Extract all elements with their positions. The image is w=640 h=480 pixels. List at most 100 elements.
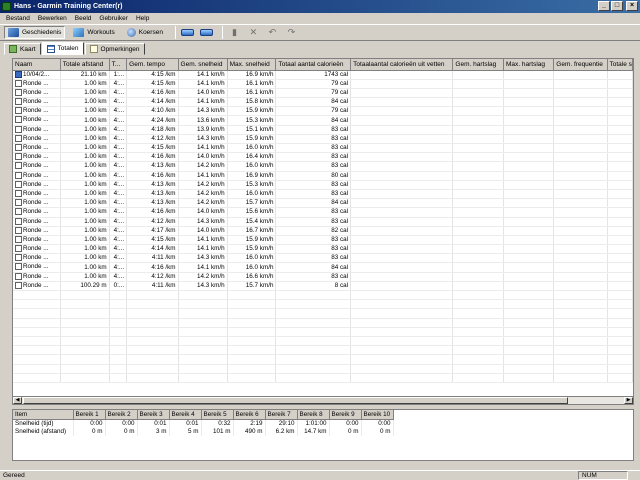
lap-row[interactable]: Ronde ... 1.00 km 4:... 4:15 /km 14.1 km/h 16… <box>13 79 633 89</box>
column-header[interactable]: Gem. snelheid <box>178 59 228 71</box>
zone-cell: 101 m <box>201 427 234 436</box>
lap-row[interactable]: Ronde ... 1.00 km 4:... 4:12 /km 14.3 km/h 15… <box>13 217 633 227</box>
table-cell <box>350 235 454 246</box>
zone-column-header[interactable]: Bereik 5 <box>201 410 234 420</box>
table-cell <box>126 318 179 328</box>
lap-row[interactable]: Ronde ... 1.00 km 4:... 4:13 /km 14.2 km/h 15… <box>13 180 633 190</box>
table-cell: 82 cal <box>275 226 352 236</box>
zone-column-header[interactable]: Bereik 7 <box>265 410 298 420</box>
menu-bewerken[interactable]: Bewerken <box>34 15 71 22</box>
scroll-right-icon[interactable]: ▶ <box>624 397 633 404</box>
scroll-thumb[interactable] <box>23 397 568 404</box>
row-name: Ronde ... <box>23 199 49 207</box>
table-cell <box>109 345 128 356</box>
lap-row[interactable]: Ronde ... 1.00 km 4:... 4:16 /km 14.1 km/h 16… <box>13 262 633 273</box>
lap-row[interactable]: Ronde ... 1.00 km 4:... 4:15 /km 14.1 km/h 15… <box>13 235 633 246</box>
lap-row[interactable]: Ronde ... 1.00 km 4:... 4:18 /km 13.9 km/h 15… <box>13 125 633 135</box>
menu-gebruiker[interactable]: Gebruiker <box>95 15 132 22</box>
zone-column-header[interactable]: Bereik 9 <box>329 410 362 420</box>
lap-row[interactable]: Ronde ... 1.00 km 4:... 4:15 /km 14.1 km/h 16… <box>13 143 633 154</box>
lap-row[interactable]: Ronde ... 1.00 km 4:... 4:16 /km 14.0 km/h 15… <box>13 207 633 218</box>
table-cell <box>553 171 608 181</box>
zone-column-header[interactable]: Bereik 2 <box>105 410 138 420</box>
menu-help[interactable]: Help <box>132 15 153 22</box>
table-cell: 4:15 /km <box>126 70 179 80</box>
column-header[interactable]: Max. hartslag <box>503 59 555 71</box>
courses-button[interactable]: Koersen <box>123 26 167 39</box>
column-header[interactable]: Naam <box>13 59 61 71</box>
close-button[interactable]: × <box>626 1 638 11</box>
lap-row[interactable]: Ronde ... 1.00 km 4:... 4:24 /km 13.6 km/h 15… <box>13 115 633 126</box>
column-header[interactable]: Totale afstand <box>60 59 110 71</box>
undo-icon[interactable]: ↶ <box>265 27 280 38</box>
laps-grid[interactable]: Naam Totale afstand T... Gem. tempo Gem. sne… <box>12 58 634 397</box>
minimize-button[interactable]: _ <box>598 1 610 11</box>
delete-icon[interactable]: ▮ <box>227 27 242 38</box>
column-header[interactable]: Totaal aantal calorieën <box>275 59 352 71</box>
table-cell: 1:... <box>109 70 128 80</box>
table-cell: 1.00 km <box>60 115 110 126</box>
lap-row[interactable]: Ronde ... 1.00 km 4:... 4:13 /km 14.2 km/h 15… <box>13 198 633 209</box>
table-cell <box>350 70 454 80</box>
lap-row[interactable]: Ronde ... 1.00 km 4:... 4:10 /km 14.3 km/h 15… <box>13 106 633 117</box>
table-cell: 14.1 km/h <box>178 70 228 80</box>
table-cell: 83 cal <box>275 272 352 282</box>
lap-row[interactable]: Ronde ... 1.00 km 4:... 4:12 /km 14.3 km/h 15… <box>13 134 633 145</box>
lap-row[interactable]: Ronde ... 1.00 km 4:... 4:13 /km 14.2 km/h 16… <box>13 161 633 172</box>
workouts-button[interactable]: Workouts <box>69 26 118 39</box>
lap-row[interactable]: Ronde ... 1.00 km 4:... 4:16 /km 14.0 km/h 16… <box>13 88 633 99</box>
remove-icon[interactable]: ✕ <box>246 27 261 38</box>
zone-column-header[interactable]: Bereik 3 <box>137 410 170 420</box>
menu-beeld[interactable]: Beeld <box>71 15 96 22</box>
zone-column-header[interactable]: Bereik 8 <box>297 410 330 420</box>
table-cell <box>275 354 352 365</box>
column-header[interactable]: Gem. hartslag <box>452 59 504 71</box>
table-cell: 4:... <box>109 262 128 273</box>
zone-column-header[interactable]: Item <box>13 410 74 420</box>
lap-row[interactable]: Ronde ... 1.00 km 4:... 4:16 /km 14.1 km/h 16… <box>13 171 633 181</box>
column-header[interactable]: Gem. tempo <box>126 59 179 71</box>
lap-row[interactable]: Ronde ... 1.00 km 4:... 4:14 /km 14.1 km/h 15… <box>13 244 633 255</box>
column-header[interactable]: Totale s <box>607 59 633 71</box>
activity-row[interactable]: 10/04/2... 21.10 km 1:... 4:15 /km 14.1 km/h… <box>13 70 633 80</box>
zone-column-header[interactable]: Bereik 6 <box>233 410 266 420</box>
horizontal-scrollbar[interactable]: ◀ ▶ <box>12 396 634 405</box>
scroll-left-icon[interactable]: ◀ <box>13 397 22 404</box>
lap-row[interactable]: Ronde ... 100.29 m 0:... 4:11 /km 14.3 km/h 1… <box>13 281 633 292</box>
table-cell <box>13 364 61 374</box>
lap-row[interactable]: Ronde ... 1.00 km 4:... 4:11 /km 14.3 km/h 16… <box>13 253 633 264</box>
lap-row[interactable]: Ronde ... 1.00 km 4:... 4:17 /km 14.0 km/h 16… <box>13 226 633 236</box>
zone-column-header[interactable]: Bereik 10 <box>361 410 394 420</box>
table-cell <box>227 308 277 319</box>
table-cell: 1.00 km <box>60 235 110 246</box>
table-cell: 1.00 km <box>60 97 110 108</box>
device-send-icon <box>199 29 213 36</box>
column-header[interactable]: Max. snelheid <box>227 59 277 71</box>
column-header[interactable]: Gem. frequentie <box>553 59 608 71</box>
lap-row[interactable]: Ronde ... 1.00 km 4:... 4:14 /km 14.1 km/h 15… <box>13 97 633 108</box>
send-to-device-button[interactable] <box>199 27 214 38</box>
table-cell <box>109 336 128 347</box>
lap-row[interactable]: Ronde ... 1.00 km 4:... 4:16 /km 14.0 km/h 16… <box>13 152 633 163</box>
table-cell <box>275 308 352 319</box>
lap-icon <box>15 180 22 188</box>
tab-opmerkingen[interactable]: Opmerkingen <box>84 43 145 55</box>
history-button[interactable]: Geschiedenis <box>4 26 66 39</box>
lap-row[interactable]: Ronde ... 1.00 km 4:... 4:12 /km 14.2 km/h 16… <box>13 272 633 282</box>
menu-bestand[interactable]: Bestand <box>2 15 34 22</box>
column-header[interactable]: T... <box>109 59 128 71</box>
tab-totalen[interactable]: Totalen <box>41 42 84 55</box>
table-cell: Ronde ... <box>13 134 61 145</box>
table-cell <box>452 327 504 337</box>
zone-column-header[interactable]: Bereik 1 <box>73 410 106 420</box>
column-header[interactable]: Totaalaantal calorieën uit vetten <box>350 59 454 71</box>
zone-cell: 0 m <box>105 427 138 436</box>
lap-row[interactable]: Ronde ... 1.00 km 4:... 4:13 /km 14.2 km/h 16… <box>13 189 633 200</box>
table-cell <box>503 354 555 365</box>
redo-icon[interactable]: ↷ <box>284 27 299 38</box>
table-cell <box>553 106 608 117</box>
tab-kaart[interactable]: Kaart <box>4 43 41 55</box>
receive-from-device-button[interactable] <box>180 27 195 38</box>
maximize-button[interactable]: □ <box>611 1 623 11</box>
zone-column-header[interactable]: Bereik 4 <box>169 410 202 420</box>
